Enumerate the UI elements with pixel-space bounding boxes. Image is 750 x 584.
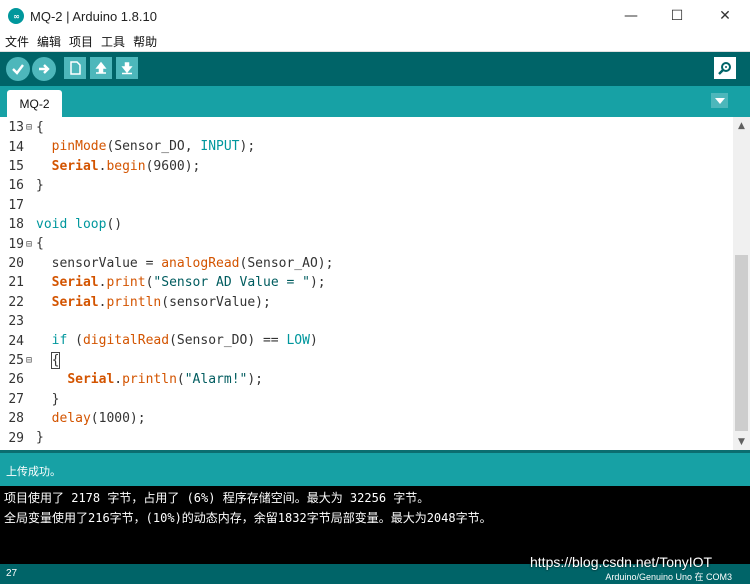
status-message: 上传成功。 bbox=[6, 465, 61, 478]
code-line: 19 ⊟ bbox=[0, 234, 34, 253]
code-line: 26 bbox=[0, 370, 34, 389]
upload-button[interactable] bbox=[32, 57, 56, 81]
menu-sketch[interactable]: 项目 bbox=[66, 33, 96, 50]
code-line: 13 ⊟ bbox=[0, 118, 34, 137]
line-number: 17 bbox=[8, 197, 24, 213]
code-text: if (digitalRead(Sensor_DO) == LOW) bbox=[51, 333, 318, 349]
close-button[interactable]: ✕ bbox=[702, 0, 748, 32]
board-port-info: Arduino/Genuino Uno 在 COM3 bbox=[605, 572, 732, 582]
code-line: 14 bbox=[0, 137, 34, 156]
code-text: delay(1000); bbox=[51, 411, 146, 426]
status-bar: 上传成功。 bbox=[0, 450, 750, 486]
serial-monitor-button[interactable] bbox=[714, 57, 736, 79]
code-line: 16 bbox=[0, 176, 34, 195]
save-button[interactable] bbox=[116, 57, 138, 79]
maximize-button[interactable]: ☐ bbox=[654, 0, 700, 32]
line-number: 13 bbox=[8, 120, 24, 136]
line-number: 22 bbox=[8, 294, 24, 310]
line-number: 15 bbox=[8, 158, 24, 174]
line-number: 21 bbox=[8, 275, 24, 291]
line-number: 26 bbox=[8, 372, 24, 388]
line-number: 14 bbox=[8, 139, 24, 155]
upload-icon bbox=[39, 64, 50, 74]
fold-icon[interactable]: ⊟ bbox=[24, 239, 34, 250]
editor-scrollbar[interactable]: ▲ ▼ bbox=[733, 117, 750, 450]
line-number: 24 bbox=[8, 333, 24, 349]
watermark-text: https://blog.csdn.net/TonyIOT bbox=[530, 554, 713, 570]
menu-edit[interactable]: 编辑 bbox=[34, 33, 64, 50]
code-line: 25 ⊟ bbox=[0, 351, 34, 370]
line-number: 16 bbox=[8, 178, 24, 194]
code-text: } bbox=[36, 430, 44, 446]
fold-icon[interactable]: ⊟ bbox=[24, 122, 34, 133]
open-button[interactable] bbox=[90, 57, 112, 79]
menu-bar: 文件 编辑 项目 工具 帮助 bbox=[0, 32, 750, 52]
line-number: 27 bbox=[8, 391, 24, 407]
scroll-down-icon[interactable]: ▼ bbox=[733, 433, 750, 450]
line-number-indicator: 27 bbox=[6, 568, 18, 579]
fold-icon[interactable]: ⊟ bbox=[24, 355, 34, 366]
window-title: MQ-2 | Arduino 1.8.10 bbox=[30, 8, 157, 24]
code-line: 21 bbox=[0, 273, 34, 292]
code-text: pinMode(Sensor_DO, INPUT); bbox=[51, 139, 256, 155]
console-line: 项目使用了 2178 字节，占用了 (6%) 程序存储空间。最大为 32256 … bbox=[4, 491, 430, 505]
code-editor[interactable]: 13 ⊟ { 14 pinMode(Sensor_DO, INPUT); 15 S… bbox=[0, 117, 750, 450]
menu-tools[interactable]: 工具 bbox=[98, 33, 128, 50]
save-icon bbox=[121, 62, 133, 75]
code-line: 18 bbox=[0, 215, 34, 234]
line-number: 25 bbox=[8, 352, 24, 368]
tab-bar: MQ-2 bbox=[0, 86, 750, 117]
line-number: 19 bbox=[8, 236, 24, 252]
code-text: Serial.print("Sensor AD Value = "); bbox=[51, 275, 326, 291]
open-icon bbox=[95, 61, 107, 74]
line-number: 18 bbox=[8, 217, 24, 233]
new-button[interactable] bbox=[64, 57, 86, 79]
toolbar bbox=[0, 52, 750, 86]
code-text: void loop() bbox=[36, 217, 123, 232]
code-line: 15 bbox=[0, 157, 34, 176]
scrollbar-thumb[interactable] bbox=[735, 255, 748, 431]
new-icon bbox=[70, 61, 81, 75]
line-number: 23 bbox=[8, 314, 24, 330]
code-line: 24 bbox=[0, 331, 34, 350]
serial-monitor-icon bbox=[718, 62, 731, 75]
console-line: 全局变量使用了216字节，(10%)的动态内存，余留1832字节局部变量。最大为… bbox=[4, 511, 492, 525]
menu-file[interactable]: 文件 bbox=[2, 33, 32, 50]
verify-button[interactable] bbox=[6, 57, 30, 81]
minimize-button[interactable]: — bbox=[608, 0, 654, 32]
code-line: 27 bbox=[0, 390, 34, 409]
code-line: 22 bbox=[0, 293, 34, 312]
code-text: { bbox=[36, 351, 61, 369]
code-text: Serial.begin(9600); bbox=[51, 158, 201, 174]
chevron-down-icon bbox=[714, 97, 725, 104]
bracket-highlight: { bbox=[50, 351, 61, 369]
code-line: 29 bbox=[0, 428, 34, 447]
code-text: } bbox=[36, 178, 44, 194]
code-line: 28 bbox=[0, 409, 34, 428]
title-bar: ∞ MQ-2 | Arduino 1.8.10 — ☐ ✕ bbox=[0, 0, 750, 32]
code-line: 17 bbox=[0, 196, 34, 215]
code-text: { bbox=[36, 236, 44, 252]
code-line: 20 bbox=[0, 254, 34, 273]
code-text: Serial.println(sensorValue); bbox=[51, 294, 271, 310]
scroll-up-icon[interactable]: ▲ bbox=[733, 117, 750, 134]
menu-help[interactable]: 帮助 bbox=[130, 33, 160, 50]
tab-mq2[interactable]: MQ-2 bbox=[7, 90, 62, 117]
verify-icon bbox=[12, 64, 24, 75]
console-output[interactable]: 项目使用了 2178 字节，占用了 (6%) 程序存储空间。最大为 32256 … bbox=[0, 486, 750, 564]
line-number: 29 bbox=[8, 430, 24, 446]
line-number: 28 bbox=[8, 411, 24, 427]
code-line: 23 bbox=[0, 312, 34, 331]
arduino-logo-icon: ∞ bbox=[8, 8, 24, 24]
code-text: { bbox=[36, 120, 44, 135]
tab-menu-button[interactable] bbox=[711, 93, 728, 108]
code-text: Serial.println("Alarm!"); bbox=[67, 372, 264, 388]
code-text: } bbox=[36, 391, 60, 407]
code-text: sensorValue = analogRead(Sensor_AO); bbox=[36, 255, 334, 271]
line-number: 20 bbox=[8, 255, 24, 271]
